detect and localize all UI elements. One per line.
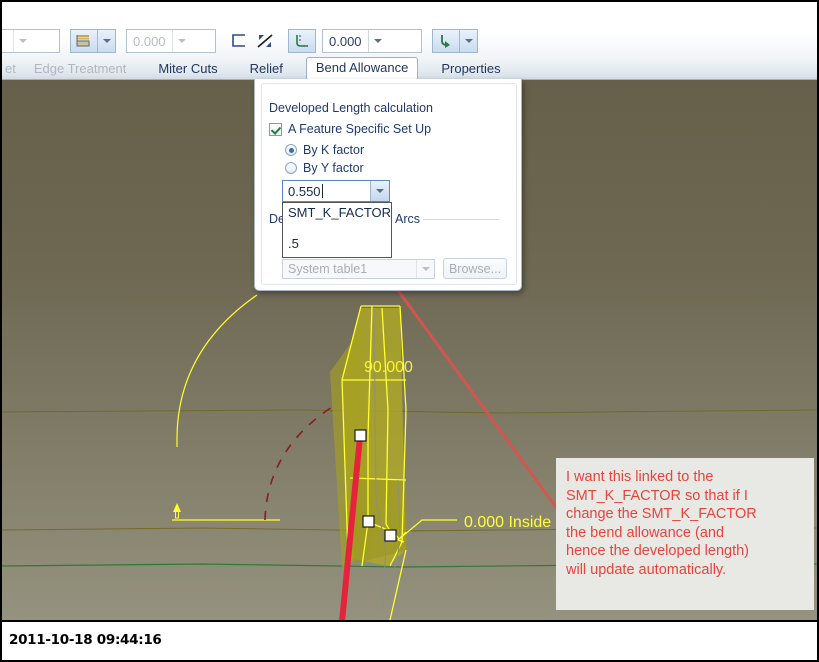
angle-dimension-arrow — [173, 503, 181, 519]
checkbox-icon[interactable] — [269, 122, 282, 136]
bend-allowance-combo[interactable]: 0.000 — [322, 29, 422, 53]
radio-unselected-icon[interactable] — [285, 162, 297, 174]
radio-selected-icon[interactable] — [285, 144, 297, 156]
k-factor-input-value: 0.550 — [288, 183, 321, 199]
system-table-arrow[interactable] — [416, 260, 434, 278]
text-cursor — [321, 184, 323, 198]
system-table-combo[interactable]: System table1 — [282, 259, 435, 279]
flange-profile-icon[interactable] — [70, 29, 98, 53]
radio-by-k-factor-label: By K factor — [303, 143, 365, 157]
tab-offset[interactable]: et — [2, 59, 25, 80]
angle-dimension-arc — [172, 294, 280, 521]
k-factor-dropdown-list[interactable]: SMT_K_FACTOR .5 — [282, 202, 392, 258]
browse-button[interactable]: Browse... — [443, 258, 507, 279]
bend-direction-icon[interactable] — [432, 29, 460, 53]
flange-length-value: 0.000 — [133, 33, 166, 49]
selection-handle — [354, 429, 367, 442]
k-factor-dropdown-arrow[interactable] — [370, 181, 389, 201]
sheet-metal-toolbar: 0.000 0.000 — [2, 24, 478, 58]
tab-bend-allowance[interactable]: Bend Allowance — [305, 57, 419, 80]
annotation-callout-text: I want this linked to the SMT_K_FACTOR s… — [566, 469, 757, 578]
tab-edge-treatment[interactable]: Edge Treatment — [25, 59, 136, 80]
k-factor-option-smt[interactable]: SMT_K_FACTOR — [283, 203, 391, 221]
k-factor-input[interactable]: 0.550 — [283, 181, 370, 201]
selection-handle — [384, 529, 397, 542]
screenshot-root: 0.000 0.000 et Edge Treatment Miter Cuts… — [0, 0, 819, 662]
bend-allowance-dialog[interactable]: Developed Length calculation A Feature S… — [254, 79, 522, 291]
miter-diagonal-icon[interactable] — [252, 29, 278, 53]
radio-by-y-factor-label: By Y factor — [303, 161, 364, 175]
bend-allowance-icon[interactable] — [288, 29, 316, 53]
left-edge-combo-value — [2, 30, 13, 52]
system-table-value: System table1 — [288, 262, 368, 276]
flange-length-arrow[interactable] — [171, 30, 191, 52]
timestamp-text: 2011-10-18 09:44:16 — [9, 632, 162, 648]
annotation-callout: I want this linked to the SMT_K_FACTOR s… — [556, 458, 814, 610]
k-factor-option-point-five[interactable]: .5 — [283, 234, 299, 252]
bend-allowance-value: 0.000 — [329, 33, 362, 49]
application-toolbar-strip: 0.000 0.000 et Edge Treatment Miter Cuts… — [2, 2, 817, 80]
developed-length-title: Developed Length calculation — [269, 101, 434, 115]
tab-relief[interactable]: Relief — [241, 59, 292, 80]
sheet-metal-body — [330, 308, 408, 568]
flange-length-combo[interactable]: 0.000 — [126, 29, 216, 53]
tab-properties[interactable]: Properties — [432, 59, 509, 80]
obscured-dimension-label: 90.000 — [364, 359, 413, 376]
left-edge-combo-arrow[interactable] — [13, 30, 32, 52]
property-tabs: et Edge Treatment Miter Cuts Relief Bend… — [2, 57, 817, 80]
corner-relief-icon[interactable] — [226, 29, 252, 53]
feature-specific-checkbox-row[interactable]: A Feature Specific Set Up — [269, 122, 431, 136]
radio-by-k-factor[interactable]: By K factor — [285, 143, 364, 157]
timestamp-bar: 2011-10-18 09:44:16 — [2, 620, 817, 660]
tab-miter-cuts[interactable]: Miter Cuts — [149, 59, 226, 80]
left-edge-combo[interactable] — [2, 29, 60, 53]
feature-specific-label: A Feature Specific Set Up — [288, 122, 432, 136]
inside-dimension-label: 0.000 Inside — [464, 514, 551, 531]
flange-profile-dropdown-arrow[interactable] — [98, 29, 116, 53]
arcs-group-label-right: Arcs — [392, 212, 423, 226]
bend-allowance-arrow[interactable] — [367, 30, 387, 52]
flange-profile-split-button[interactable] — [70, 29, 116, 53]
hidden-bend-arc — [264, 406, 333, 521]
radio-by-y-factor[interactable]: By Y factor — [285, 161, 364, 175]
k-factor-combo[interactable]: 0.550 — [282, 180, 390, 202]
bend-direction-dropdown-arrow[interactable] — [460, 29, 478, 53]
bend-direction-split-button[interactable] — [432, 29, 478, 53]
selection-handle — [362, 515, 375, 528]
